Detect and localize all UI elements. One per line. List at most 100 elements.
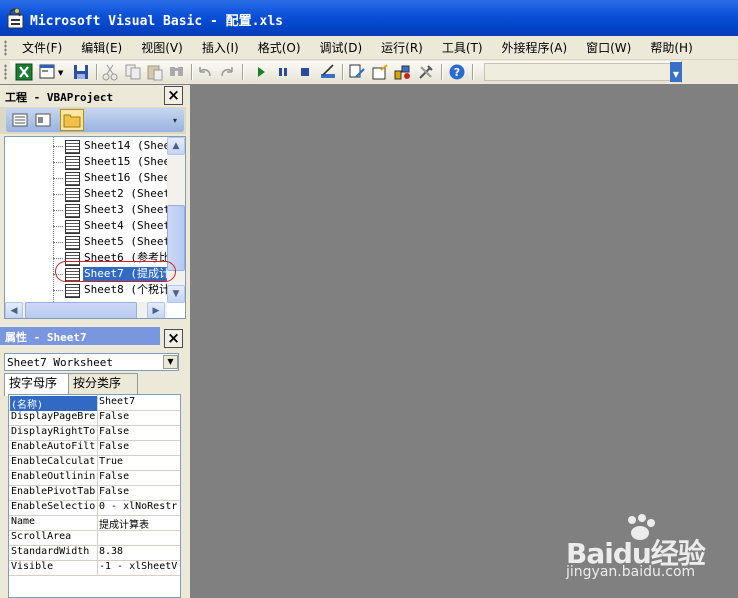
break-icon[interactable] bbox=[274, 63, 292, 81]
toolbar-options-chevron-icon[interactable]: ▼ bbox=[670, 62, 682, 82]
object-browser-icon[interactable] bbox=[394, 63, 412, 81]
property-row[interactable]: EnableSelectio 0 - xlNoRestr bbox=[9, 500, 180, 516]
scroll-left-icon[interactable]: ◀ bbox=[5, 302, 23, 318]
property-row[interactable]: EnableOutlinin False bbox=[9, 470, 180, 486]
project-close-button[interactable]: × bbox=[164, 86, 183, 105]
properties-grid: (名称) Sheet7 DisplayPageBre False DisplayRigh… bbox=[8, 394, 181, 598]
toolbar-strip: ▼ ? bbox=[10, 61, 682, 83]
properties-window-icon[interactable] bbox=[371, 63, 389, 81]
menu-items: 文件(F) 编辑(E) 视图(V) 插入(I) 格式(O) 调试(D) 运行(R) 工具(T)… bbox=[12, 36, 702, 60]
property-value[interactable]: True bbox=[99, 456, 179, 467]
tree-item-label: Sheet8 (个税计 bbox=[84, 283, 170, 296]
toolbar-grip[interactable] bbox=[4, 64, 7, 80]
svg-text:?: ? bbox=[454, 66, 460, 79]
property-row[interactable]: ScrollArea bbox=[9, 530, 180, 546]
properties-title: 属性 - Sheet7 bbox=[5, 331, 87, 344]
menu-item[interactable]: 帮助(H) bbox=[640, 37, 701, 59]
worksheet-icon bbox=[65, 284, 80, 298]
property-row[interactable]: StandardWidth 8.38 bbox=[9, 545, 180, 561]
vba-app-icon[interactable] bbox=[6, 7, 26, 29]
horizontal-scroll-thumb[interactable] bbox=[25, 302, 137, 318]
view-code-icon[interactable] bbox=[11, 111, 29, 129]
toggle-folders-button[interactable] bbox=[60, 109, 84, 131]
toolbar-more-icon[interactable]: ▾ bbox=[173, 116, 181, 128]
property-row[interactable]: (名称) Sheet7 bbox=[9, 395, 180, 411]
menu-item[interactable]: 窗口(W) bbox=[576, 37, 640, 59]
project-toolbar: ▾ bbox=[0, 107, 186, 134]
properties-close-button[interactable]: × bbox=[164, 329, 183, 348]
property-value[interactable]: False bbox=[99, 411, 179, 422]
tree-item-label: Sheet15 (Shee bbox=[84, 155, 171, 168]
property-row[interactable]: DisplayRightTo False bbox=[9, 425, 180, 441]
property-name: EnableSelectio bbox=[11, 501, 96, 512]
redo-icon[interactable] bbox=[218, 63, 236, 81]
property-row[interactable]: EnableAutoFilt False bbox=[9, 440, 180, 456]
find-icon[interactable] bbox=[168, 63, 186, 81]
object-selector[interactable]: Sheet7 Worksheet ▼ bbox=[4, 353, 179, 371]
property-value[interactable]: 8.38 bbox=[99, 546, 179, 557]
copy-icon[interactable] bbox=[124, 63, 142, 81]
tab-categorized[interactable]: 按分类序 bbox=[68, 373, 138, 395]
property-value[interactable]: False bbox=[99, 441, 179, 452]
property-row[interactable]: EnableCalculat True bbox=[9, 455, 180, 471]
property-value[interactable]: 0 - xlNoRestr bbox=[99, 501, 179, 512]
menu-item[interactable]: 编辑(E) bbox=[71, 37, 131, 59]
project-explorer-icon[interactable] bbox=[348, 63, 366, 81]
property-value[interactable]: Sheet7 bbox=[99, 396, 179, 407]
reset-icon[interactable] bbox=[296, 63, 314, 81]
property-value[interactable]: False bbox=[99, 426, 179, 437]
property-row[interactable]: Visible -1 - xlSheetV bbox=[9, 560, 180, 576]
tree-item-label: Sheet5 (Sheet bbox=[84, 235, 171, 248]
property-name: StandardWidth bbox=[11, 546, 90, 557]
property-value[interactable]: False bbox=[99, 486, 179, 497]
scroll-down-icon[interactable]: ▼ bbox=[167, 285, 185, 303]
toolbox-icon[interactable] bbox=[417, 63, 435, 81]
menu-item[interactable]: 格式(O) bbox=[248, 37, 310, 59]
worksheet-icon bbox=[65, 140, 80, 154]
view-object-icon[interactable] bbox=[34, 111, 52, 129]
menu-item[interactable]: 文件(F) bbox=[12, 37, 71, 59]
tree-item-label: Sheet3 (Sheet bbox=[84, 203, 171, 216]
property-name: Visible bbox=[11, 561, 54, 572]
property-value[interactable]: False bbox=[99, 471, 179, 482]
cut-icon[interactable] bbox=[101, 63, 119, 81]
toolbar-separator bbox=[472, 64, 474, 80]
property-value[interactable]: -1 - xlSheetV bbox=[99, 561, 179, 572]
menu-bar: 文件(F) 编辑(E) 视图(V) 插入(I) 格式(O) 调试(D) 运行(R) 工具(T)… bbox=[0, 36, 738, 60]
menu-item[interactable]: 插入(I) bbox=[192, 37, 248, 59]
property-name: ScrollArea bbox=[11, 531, 72, 542]
object-selector-value: Sheet7 Worksheet bbox=[7, 356, 113, 369]
paste-icon[interactable] bbox=[146, 63, 164, 81]
project-explorer-title: 工程 - VBAProject bbox=[5, 91, 114, 104]
tree-horizontal-scrollbar[interactable]: ◀ ▶ bbox=[5, 302, 167, 318]
property-row[interactable]: Name 提成计算表 bbox=[9, 515, 180, 531]
line-column-field bbox=[484, 63, 678, 81]
property-row[interactable]: DisplayPageBre False bbox=[9, 410, 180, 426]
tree-item-label: Sheet2 (Sheet bbox=[84, 187, 171, 200]
property-name: Name bbox=[11, 516, 36, 527]
property-name: EnableCalculat bbox=[11, 456, 96, 467]
menubar-grip[interactable] bbox=[4, 40, 7, 56]
menu-item[interactable]: 工具(T) bbox=[432, 37, 492, 59]
menu-item[interactable]: 视图(V) bbox=[131, 37, 192, 59]
save-icon[interactable] bbox=[72, 63, 90, 81]
toolbar-separator bbox=[96, 64, 98, 80]
scroll-right-icon[interactable]: ▶ bbox=[147, 302, 165, 318]
chevron-down-icon[interactable]: ▼ bbox=[163, 355, 178, 369]
run-icon[interactable] bbox=[252, 63, 270, 81]
excel-icon[interactable] bbox=[15, 63, 33, 81]
help-icon[interactable]: ? bbox=[448, 63, 466, 81]
menu-item[interactable]: 调试(D) bbox=[310, 37, 372, 59]
tab-alphabetic[interactable]: 按字母序 bbox=[4, 373, 78, 396]
insert-userform-icon[interactable] bbox=[39, 63, 57, 81]
property-value[interactable]: 提成计算表 bbox=[99, 516, 179, 531]
scroll-up-icon[interactable]: ▲ bbox=[167, 137, 185, 155]
watermark-url: jingyan.baidu.com bbox=[566, 564, 696, 580]
undo-icon[interactable] bbox=[196, 63, 214, 81]
design-mode-icon[interactable] bbox=[319, 63, 337, 81]
tree-item-label: Sheet16 (Shee bbox=[84, 171, 171, 184]
menu-item[interactable]: 外接程序(A) bbox=[492, 37, 577, 59]
menu-item[interactable]: 运行(R) bbox=[371, 37, 432, 59]
tree-item-label: Sheet4 (Sheet bbox=[84, 219, 171, 232]
property-row[interactable]: EnablePivotTab False bbox=[9, 485, 180, 501]
